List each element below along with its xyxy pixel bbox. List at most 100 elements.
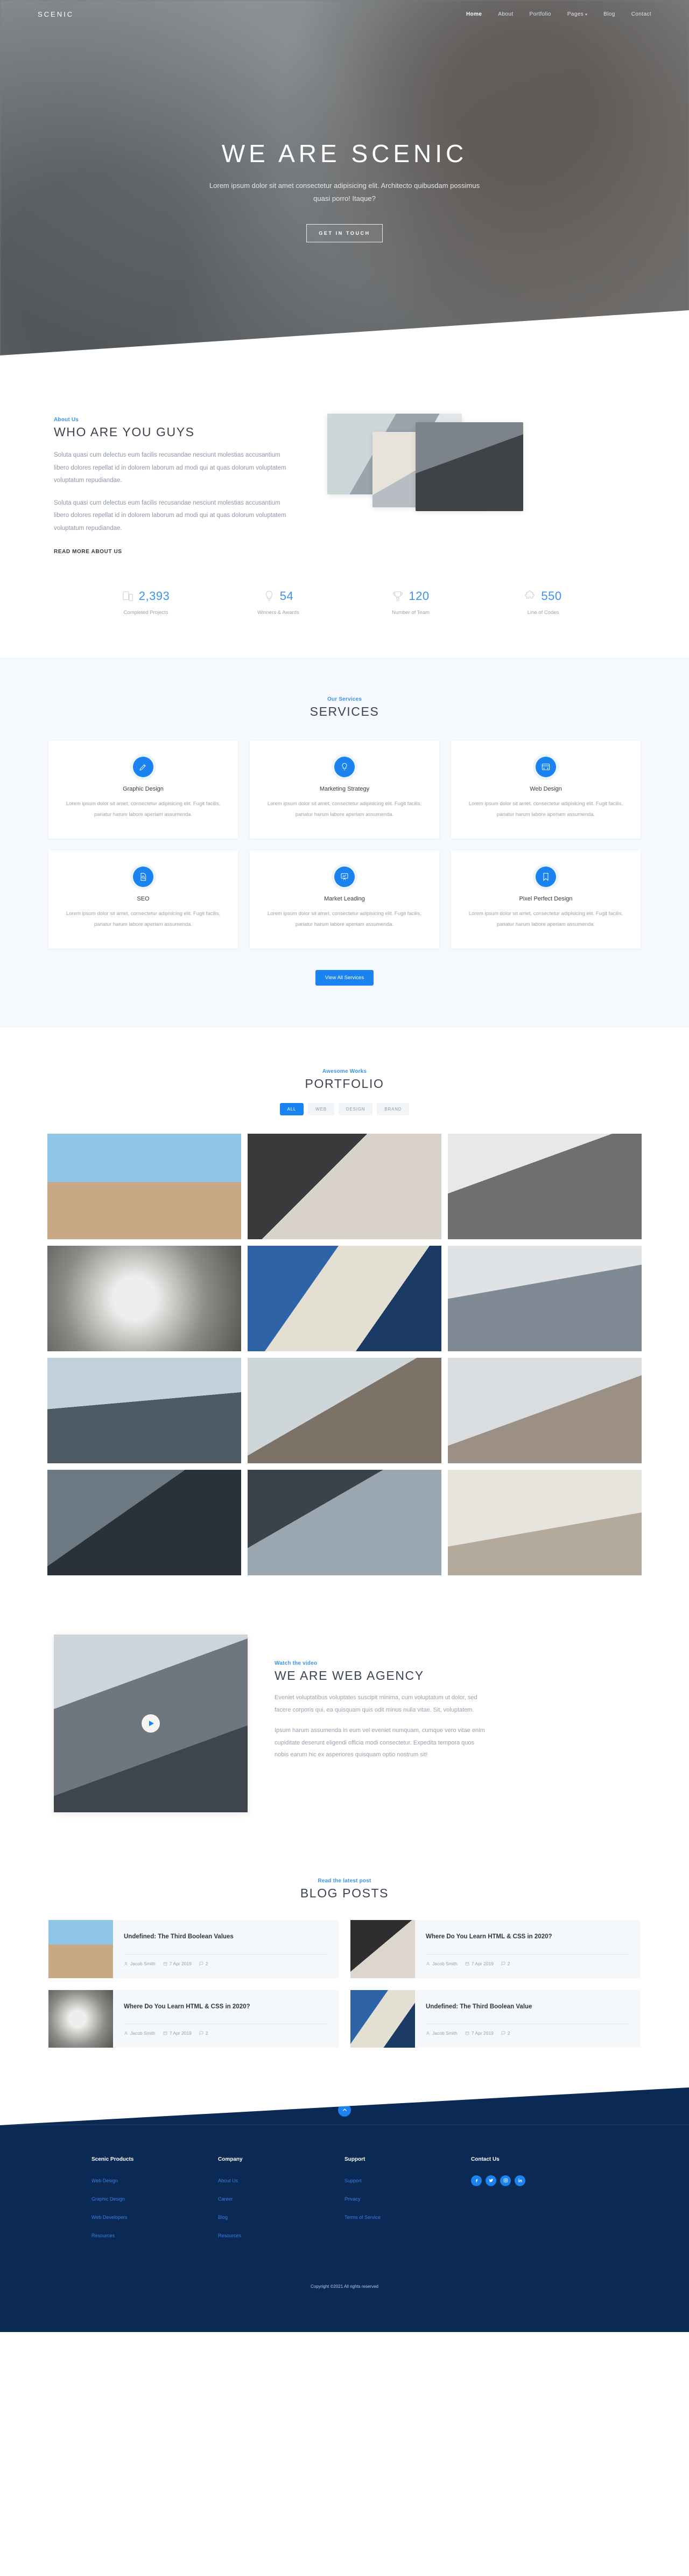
services-kicker: Our Services	[327, 696, 362, 703]
service-desc: Lorem ipsum dolor sit amet, consectetur …	[468, 911, 623, 928]
blog-title: BLOG POSTS	[300, 1886, 389, 1901]
blog-post-meta: Jacob Smith 7 Apr 2019 2	[124, 1953, 328, 1966]
footer-link-web-design[interactable]: Web Design	[92, 2178, 118, 2183]
footer-link-resources[interactable]: Resources	[92, 2233, 115, 2238]
read-more-about-us-link[interactable]: READ MORE ABOUT US	[54, 549, 122, 555]
date-text: 7 Apr 2019	[169, 1960, 192, 1966]
service-card-marketing-strategy[interactable]: Marketing Strategy Lorem ipsum dolor sit…	[250, 741, 439, 839]
view-all-services-button[interactable]: View All Services	[315, 970, 374, 986]
nav-label: Portfolio	[529, 11, 551, 17]
footer-column-company: Company About Us Career Blog Resources	[218, 2156, 344, 2249]
nav-item-home[interactable]: Home	[466, 11, 482, 17]
portfolio-filter-all[interactable]: ALL	[279, 1103, 304, 1116]
service-card-pixel-perfect-design[interactable]: Pixel Perfect Design Lorem ipsum dolor s…	[451, 850, 641, 949]
footer-link-career[interactable]: Career	[218, 2196, 233, 2202]
site-logo[interactable]: SCENIC	[38, 10, 74, 18]
get-in-touch-button[interactable]: GET IN TOUCH	[306, 224, 383, 242]
nav-item-pages[interactable]: Pages ▾	[567, 11, 587, 17]
portfolio-item-10[interactable]	[47, 1470, 241, 1576]
facebook-icon[interactable]	[471, 2175, 482, 2186]
stat-label: Line of Codes	[527, 610, 559, 616]
calendar-icon	[163, 1961, 167, 1965]
back-to-top-button[interactable]	[338, 2103, 351, 2117]
service-name: Graphic Design	[123, 786, 164, 793]
service-card-web-design[interactable]: Web Design Lorem ipsum dolor sit amet, c…	[451, 741, 641, 839]
portfolio-filter-brand[interactable]: BRAND	[377, 1103, 410, 1116]
nav-item-contact[interactable]: Contact	[631, 11, 651, 17]
portfolio-item-11[interactable]	[248, 1470, 441, 1576]
blog-post-card[interactable]: Undefined: The Third Boolean Value Jacob…	[350, 1989, 641, 2048]
portfolio-item-4[interactable]	[47, 1246, 241, 1352]
code-window-icon	[536, 757, 556, 778]
date-text: 7 Apr 2019	[471, 2030, 494, 2036]
blog-post-thumbnail	[48, 1920, 113, 1978]
about-section: About Us WHO ARE YOU GUYS Soluta quasi c…	[0, 355, 689, 658]
footer-link-blog[interactable]: Blog	[218, 2215, 228, 2220]
agency-paragraph-2: Ipsum harum assumenda in eum vel eveniet…	[275, 1727, 485, 1758]
hero-title: WE ARE SCENIC	[221, 139, 468, 167]
service-name: Pixel Perfect Design	[519, 896, 573, 903]
agency-video-thumbnail[interactable]	[54, 1635, 248, 1813]
portfolio-item-1[interactable]	[47, 1134, 241, 1240]
agency-section: Watch the video WE ARE WEB AGENCY Evenie…	[0, 1613, 689, 1847]
portfolio-filter-design[interactable]: DESIGN	[338, 1103, 373, 1116]
footer-link-terms-of-service[interactable]: Terms of Service	[344, 2215, 381, 2220]
instagram-icon[interactable]	[500, 2175, 511, 2186]
blog-post-title: Undefined: The Third Boolean Value	[426, 2003, 532, 2010]
blog-post-author: Jacob Smith	[426, 2030, 458, 2036]
presentation-chart-icon	[334, 867, 355, 888]
nav-item-about[interactable]: About	[498, 11, 513, 17]
calendar-icon	[465, 1961, 469, 1965]
nav-item-portfolio[interactable]: Portfolio	[530, 11, 551, 17]
footer-link-about-us[interactable]: About Us	[218, 2178, 238, 2183]
service-name: Marketing Strategy	[319, 786, 370, 793]
blog-post-author: Jacob Smith	[426, 1961, 458, 1966]
blog-post-card[interactable]: Where Do You Learn HTML & CSS in 2020? J…	[48, 1989, 339, 2048]
blog-post-date: 7 Apr 2019	[465, 2030, 494, 2036]
copyright-text: Copyright ©2021 All rights reserved	[311, 2284, 378, 2289]
portfolio-item-7[interactable]	[47, 1358, 241, 1464]
footer-link-privacy[interactable]: Privacy	[344, 2196, 361, 2202]
agency-title: WE ARE WEB AGENCY	[275, 1669, 424, 1683]
service-desc: Lorem ipsum dolor sit amet, consectetur …	[66, 801, 221, 818]
service-card-seo[interactable]: SEO Lorem ipsum dolor sit amet, consecte…	[48, 850, 238, 949]
calendar-icon	[465, 2031, 469, 2035]
footer-heading: Contact Us	[471, 2156, 500, 2162]
blog-post-card[interactable]: Where Do You Learn HTML & CSS in 2020? J…	[350, 1920, 641, 1978]
portfolio-filters: ALL WEB DESIGN BRAND	[38, 1103, 651, 1116]
calendar-icon	[163, 2031, 167, 2035]
blog-post-comments: 2	[199, 2030, 208, 2036]
date-text: 7 Apr 2019	[169, 2030, 192, 2036]
footer-link-resources[interactable]: Resources	[218, 2233, 241, 2238]
service-desc: Lorem ipsum dolor sit amet, consectetur …	[267, 801, 422, 818]
service-card-graphic-design[interactable]: Graphic Design Lorem ipsum dolor sit ame…	[48, 741, 238, 839]
portfolio-item-12[interactable]	[448, 1470, 642, 1576]
service-desc: Lorem ipsum dolor sit amet, consectetur …	[66, 911, 221, 928]
twitter-icon[interactable]	[486, 2175, 496, 2186]
lightbulb-icon	[334, 757, 355, 778]
footer-link-graphic-design[interactable]: Graphic Design	[92, 2196, 125, 2202]
blog-heading: Read the latest post BLOG POSTS	[38, 1878, 651, 1901]
blog-post-card[interactable]: Undefined: The Third Boolean Values Jaco…	[48, 1920, 339, 1978]
linkedin-icon[interactable]	[515, 2175, 525, 2186]
service-card-market-leading[interactable]: Market Leading Lorem ipsum dolor sit ame…	[250, 850, 439, 949]
nav-item-blog[interactable]: Blog	[603, 11, 615, 17]
site-footer: Scenic Products Web Design Graphic Desig…	[0, 2125, 689, 2332]
about-photo-3	[416, 422, 523, 511]
portfolio-item-9[interactable]	[448, 1358, 642, 1464]
portfolio-item-6[interactable]	[448, 1246, 642, 1352]
footer-link-support[interactable]: Support	[344, 2178, 362, 2183]
footer-link-web-developers[interactable]: Web Developers	[92, 2215, 127, 2220]
portfolio-item-5[interactable]	[248, 1246, 441, 1352]
portfolio-item-3[interactable]	[448, 1134, 642, 1240]
blog-post-meta: Jacob Smith 7 Apr 2019 2	[426, 2023, 630, 2036]
service-name: SEO	[137, 896, 150, 903]
play-icon[interactable]	[142, 1714, 160, 1733]
portfolio-section: Awesome Works PORTFOLIO ALL WEB DESIGN B…	[0, 1028, 689, 1613]
portfolio-item-2[interactable]	[248, 1134, 441, 1240]
mobile-icon	[122, 590, 134, 602]
portfolio-filter-web[interactable]: WEB	[308, 1103, 334, 1116]
portfolio-heading: Awesome Works PORTFOLIO	[38, 1069, 651, 1091]
portfolio-item-8[interactable]	[248, 1358, 441, 1464]
footer-column-products: Scenic Products Web Design Graphic Desig…	[92, 2156, 218, 2249]
